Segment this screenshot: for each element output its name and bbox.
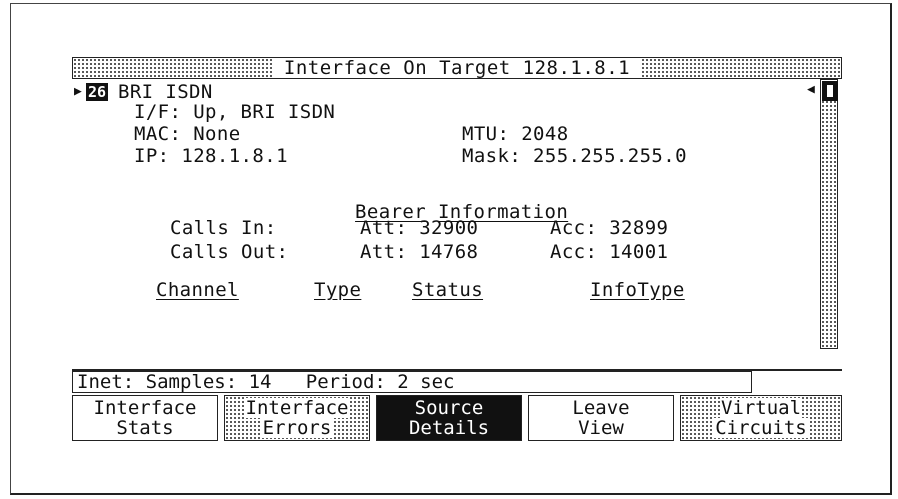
softkey-label-line2: Circuits [714,417,808,439]
softkey-label-line2: Details [407,417,491,439]
table-header-channel: Channel [156,279,239,301]
if-status-line: I/F: Up, BRI ISDN [134,101,336,123]
calls-out-att: Att: 14768 [360,241,479,263]
softkey-label-line1: Interface [92,397,198,419]
interface-name: BRI ISDN [118,81,213,103]
softkey-label-line1: Leave [571,397,631,419]
softkey-label-line1: Virtual [719,397,803,419]
softkey-label-line2: View [577,417,625,439]
scroll-left-arrow-icon[interactable]: ◀ [807,79,815,101]
interface-errors-button[interactable]: Interface Errors [224,395,370,441]
leave-view-button[interactable]: Leave View [528,395,674,441]
calls-in-att: Att: 32900 [360,217,479,239]
softkey-label-line1: Source [413,397,485,419]
source-details-button[interactable]: Source Details [376,395,522,441]
calls-out-label: Calls Out: [170,241,289,263]
scrollbar-thumb[interactable] [822,81,838,101]
calls-in-label: Calls In: [170,217,277,239]
calls-out-acc: Acc: 14001 [550,241,669,263]
interface-id-badge[interactable]: 26 [86,83,109,101]
interface-stats-button[interactable]: Interface Stats [72,395,218,441]
calls-in-acc: Acc: 32899 [550,217,669,239]
table-header-status: Status [412,279,484,301]
softkey-label-line2: Stats [115,417,175,439]
row-marker-icon: ▶ [74,84,82,99]
lcd-screen: Interface On Target 128.1.8.1 ▶ 26 BRI I… [72,57,842,457]
table-header-type: Type [314,279,362,301]
softkey-bar: Interface Stats Interface Errors Source … [72,395,842,441]
sampling-status-line: Inet: Samples: 14 Period: 2 sec [72,371,752,393]
ip-line: IP: 128.1.8.1 [134,145,288,167]
window-title: Interface On Target 128.1.8.1 [273,58,641,78]
softkey-label-line1: Interface [244,397,350,419]
mask-line: Mask: 255.255.255.0 [462,145,687,167]
virtual-circuits-button[interactable]: Virtual Circuits [680,395,842,441]
softkey-label-line2: Errors [261,417,333,439]
title-bar: Interface On Target 128.1.8.1 [72,57,842,79]
mtu-line: MTU: 2048 [462,123,569,145]
mac-line: MAC: None [134,123,241,145]
table-header-infotype: InfoType [590,279,685,301]
interface-details-panel: ▶ 26 BRI ISDN I/F: Up, BRI ISDN MAC: Non… [72,79,842,371]
vertical-scrollbar[interactable] [820,79,838,349]
